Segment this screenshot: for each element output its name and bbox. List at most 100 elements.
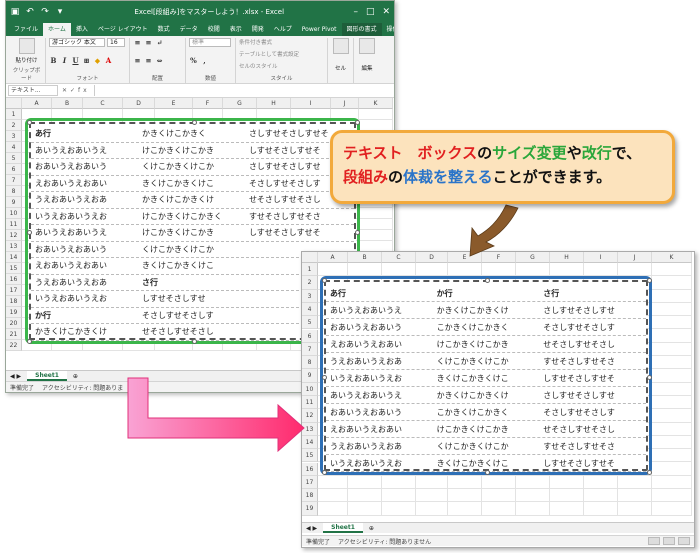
row-header[interactable]: 16 bbox=[6, 274, 22, 285]
column-header[interactable]: H bbox=[550, 252, 584, 263]
tab-11[interactable]: 図形の書式 bbox=[341, 23, 382, 36]
column-header[interactable]: F bbox=[482, 252, 516, 263]
sheet-nav-icon[interactable]: ◀ ▶ bbox=[306, 525, 317, 532]
sheet-tab[interactable]: Sheet1 bbox=[27, 371, 67, 381]
column-header[interactable]: G bbox=[223, 98, 257, 109]
normal-view-icon[interactable] bbox=[648, 537, 660, 545]
comma-icon[interactable]: , bbox=[200, 56, 209, 65]
row-header[interactable]: 14 bbox=[302, 435, 318, 450]
align-middle-icon[interactable]: ≡ bbox=[144, 38, 153, 47]
row-header[interactable]: 17 bbox=[302, 475, 318, 490]
tab-5[interactable]: データ bbox=[175, 23, 203, 36]
column-header[interactable]: E bbox=[448, 252, 482, 263]
row-header[interactable]: 6 bbox=[6, 164, 22, 175]
redo-icon[interactable]: ↷ bbox=[40, 7, 50, 17]
sheet-tab[interactable]: Sheet1 bbox=[323, 523, 363, 533]
row-header[interactable]: 4 bbox=[302, 302, 318, 317]
cells-button[interactable]: セル bbox=[331, 64, 350, 72]
minimize-icon[interactable]: – bbox=[353, 7, 358, 17]
italic-icon[interactable]: I bbox=[60, 56, 69, 65]
row-header[interactable]: 8 bbox=[302, 356, 318, 370]
row-header[interactable]: 13 bbox=[6, 241, 22, 252]
row-header[interactable]: 3 bbox=[302, 289, 318, 303]
row-header[interactable]: 7 bbox=[302, 342, 318, 357]
resize-handle[interactable] bbox=[322, 278, 327, 283]
underline-icon[interactable]: U bbox=[71, 56, 80, 65]
text-box[interactable]: あ行 か行 さ行 あいうえおあいうえ かきくけこかきくけ さしすせそさしすせ おあいうえおあ… bbox=[320, 276, 652, 475]
row-header[interactable]: 8 bbox=[6, 186, 22, 197]
row-header[interactable]: 21 bbox=[6, 329, 22, 340]
resize-handle[interactable] bbox=[27, 339, 32, 344]
tab-3[interactable]: ページ レイアウト bbox=[93, 23, 153, 36]
row-header[interactable]: 11 bbox=[6, 219, 22, 230]
search-icon[interactable] bbox=[359, 38, 375, 54]
column-header[interactable]: B bbox=[52, 98, 83, 109]
resize-handle[interactable] bbox=[191, 120, 197, 125]
resize-handle[interactable] bbox=[191, 339, 197, 344]
resize-handle[interactable] bbox=[27, 230, 32, 235]
row-header[interactable]: 10 bbox=[6, 208, 22, 219]
worksheet-grid-result[interactable]: A B C D E F G H I J K 1 2 3 4 5 6 7 8 9 10 11 12 13 14 15 16 17 18 19… bbox=[302, 252, 694, 516]
row-header[interactable]: 13 bbox=[302, 422, 318, 436]
row-header[interactable]: 6 bbox=[302, 329, 318, 343]
column-header[interactable]: J bbox=[618, 252, 652, 263]
bold-icon[interactable]: B bbox=[49, 56, 58, 65]
resize-handle[interactable] bbox=[322, 374, 327, 380]
tab-2[interactable]: 挿入 bbox=[71, 23, 93, 36]
resize-handle[interactable] bbox=[647, 374, 652, 380]
tab-9[interactable]: ヘルプ bbox=[269, 23, 297, 36]
resize-handle[interactable] bbox=[647, 278, 652, 283]
resize-handle[interactable] bbox=[355, 120, 360, 125]
row-header[interactable]: 9 bbox=[6, 197, 22, 208]
select-all-corner[interactable] bbox=[6, 98, 22, 109]
column-header[interactable]: C bbox=[382, 252, 416, 263]
column-header[interactable]: G bbox=[516, 252, 550, 263]
paste-button[interactable]: 貼り付け bbox=[11, 56, 42, 64]
cells-icon[interactable] bbox=[332, 38, 349, 54]
row-header[interactable]: 12 bbox=[6, 230, 22, 241]
row-header[interactable]: 18 bbox=[302, 489, 318, 503]
save-icon[interactable]: ▣ bbox=[10, 7, 20, 17]
tab-6[interactable]: 校閲 bbox=[203, 23, 225, 36]
row-header[interactable]: 20 bbox=[6, 318, 22, 329]
status-accessibility[interactable]: アクセシビリティ: 問題ありません bbox=[338, 537, 431, 546]
formula-input[interactable] bbox=[93, 85, 394, 96]
close-icon[interactable]: ✕ bbox=[382, 7, 390, 17]
column-header[interactable]: K bbox=[652, 252, 692, 263]
merge-icon[interactable]: ⇔ bbox=[155, 56, 164, 65]
currency-icon[interactable]: % bbox=[189, 56, 198, 65]
page-break-icon[interactable] bbox=[678, 537, 690, 545]
column-header[interactable]: E bbox=[155, 98, 193, 109]
sheet-nav-icon[interactable]: ◀ ▶ bbox=[10, 373, 21, 380]
edit-button[interactable]: 編集 bbox=[357, 64, 377, 72]
customize-qat-icon[interactable]: ▾ bbox=[55, 7, 65, 17]
fill-color-icon[interactable]: ◆ bbox=[93, 56, 102, 65]
tab-7[interactable]: 表示 bbox=[225, 23, 247, 36]
font-name-select[interactable]: 游ゴシック 本文 bbox=[49, 38, 105, 47]
number-format-select[interactable]: 標準 bbox=[189, 38, 231, 47]
column-header[interactable]: I bbox=[584, 252, 618, 263]
row-header[interactable]: 10 bbox=[302, 382, 318, 396]
tab-4[interactable]: 数式 bbox=[153, 23, 175, 36]
align-top-icon[interactable]: ≡ bbox=[133, 38, 142, 47]
resize-handle[interactable] bbox=[485, 470, 490, 475]
column-header[interactable]: J bbox=[331, 98, 359, 109]
tab-8[interactable]: 開発 bbox=[247, 23, 269, 36]
row-header[interactable]: 14 bbox=[6, 252, 22, 263]
paste-icon[interactable] bbox=[18, 38, 35, 54]
column-header[interactable]: A bbox=[318, 252, 348, 263]
row-header[interactable]: 19 bbox=[302, 502, 318, 516]
row-header[interactable]: 15 bbox=[302, 449, 318, 463]
align-center-icon[interactable]: ≡ bbox=[144, 56, 153, 65]
cell-style-button[interactable]: セルのスタイル bbox=[239, 62, 324, 70]
table-format-button[interactable]: テーブルとして書式設定 bbox=[239, 50, 324, 58]
tab-0[interactable]: ファイル bbox=[9, 23, 43, 36]
resize-handle[interactable] bbox=[322, 470, 327, 475]
row-header[interactable]: 2 bbox=[6, 120, 22, 131]
font-size-select[interactable]: 16 bbox=[107, 38, 125, 47]
tab-12[interactable]: 操作アシス bbox=[382, 23, 394, 36]
border-icon[interactable]: ⊞ bbox=[82, 56, 91, 65]
name-box[interactable]: テキスト... bbox=[8, 85, 58, 96]
row-header[interactable]: 1 bbox=[6, 109, 22, 120]
row-header[interactable]: 18 bbox=[6, 296, 22, 307]
